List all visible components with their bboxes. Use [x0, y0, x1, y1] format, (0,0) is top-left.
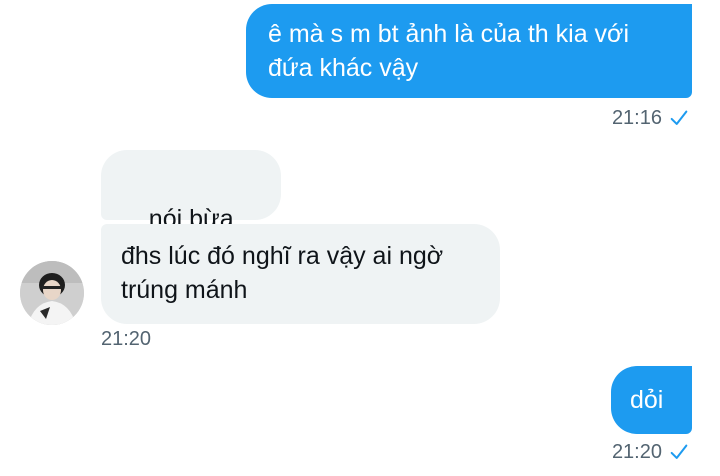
message-timestamp-row: 21:20	[612, 440, 690, 464]
message-timestamp-row: 21:20	[101, 327, 151, 351]
read-check-icon	[670, 444, 688, 459]
message-time: 21:20	[611, 441, 662, 463]
avatar-photo-icon	[20, 261, 84, 325]
incoming-message-bubble[interactable]: đhs lúc đó nghĩ ra vậy ai ngờ trúng mánh	[101, 224, 500, 324]
message-time: 21:20	[101, 328, 152, 350]
message-timestamp-row: 21:16	[612, 106, 690, 130]
conversation-thread: ê mà s m bt ảnh là của th kia với đứa kh…	[0, 0, 720, 476]
read-check-icon	[670, 110, 688, 125]
user-avatar[interactable]	[20, 261, 84, 325]
outgoing-message-bubble[interactable]: ê mà s m bt ảnh là của th kia với đứa kh…	[246, 4, 692, 98]
message-time: 21:16	[611, 107, 662, 129]
outgoing-message-bubble[interactable]: dỏi	[611, 366, 692, 434]
incoming-message-bubble[interactable]: nói bừa	[101, 150, 281, 267]
